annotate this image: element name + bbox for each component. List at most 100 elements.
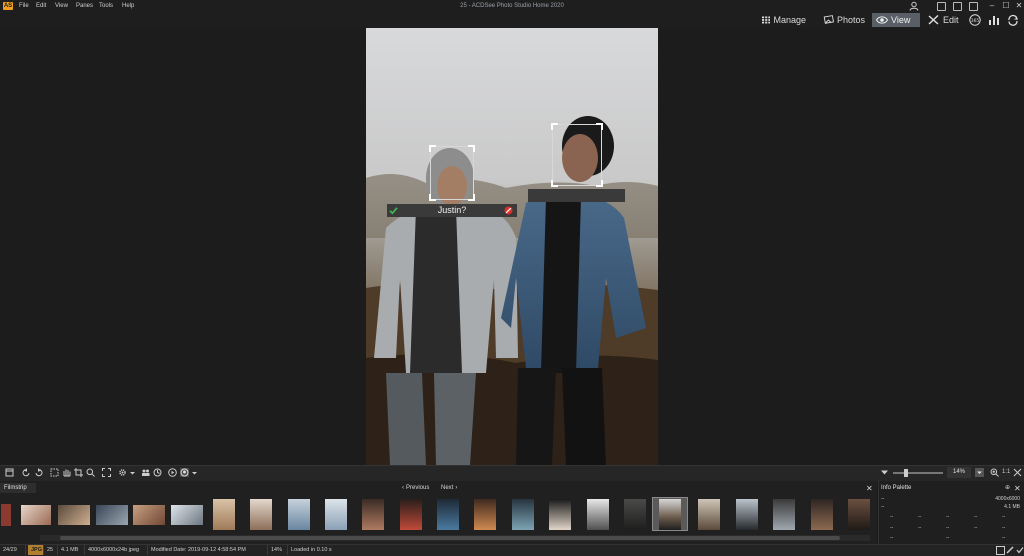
close-info-palette-icon[interactable]: ✕ — [1014, 484, 1021, 493]
status-format-badge: JPG — [28, 545, 44, 555]
status-view-icon[interactable] — [996, 546, 1005, 555]
filmstrip-thumbnail[interactable] — [18, 497, 52, 531]
filmstrip-thumbnail[interactable] — [471, 497, 497, 531]
mode-photos-tab[interactable]: Photos — [819, 13, 869, 27]
filmstrip-thumbnail[interactable] — [621, 497, 647, 531]
rotate-left-icon[interactable] — [22, 468, 31, 477]
filmstrip-thumbnail[interactable] — [546, 497, 572, 531]
layout-right-pane-icon[interactable] — [969, 2, 978, 11]
hand-tool-icon[interactable] — [62, 468, 71, 477]
face-box-1[interactable] — [430, 146, 474, 200]
dropdown-arrow-icon[interactable] — [128, 468, 137, 477]
filmstrip-thumbnail[interactable] — [845, 497, 871, 531]
info-grid-cell: -- — [918, 525, 922, 531]
info-row-left: -- — [881, 496, 885, 502]
filmstrip-thumbnail[interactable] — [584, 497, 610, 531]
mode-manage-tab[interactable]: Manage — [758, 13, 810, 27]
info-grid-cell: -- — [890, 535, 894, 541]
filmstrip-thumbnail[interactable] — [434, 497, 460, 531]
photo-two-men-field — [366, 28, 658, 465]
sidebar-toggle-icon[interactable] — [5, 468, 14, 477]
filmstrip-thumbnail[interactable] — [130, 497, 166, 531]
info-grid-cell: -- — [1002, 535, 1006, 541]
filmstrip-thumbnail[interactable] — [359, 497, 385, 531]
face-box-2[interactable] — [552, 124, 602, 186]
fullscreen-icon[interactable] — [102, 468, 111, 477]
face-name-input[interactable] — [528, 189, 625, 202]
next-button[interactable]: Next › — [441, 484, 457, 493]
filmstrip-thumbnail-selected[interactable] — [652, 497, 688, 531]
rotate-right-icon[interactable] — [34, 468, 43, 477]
zoom-menu-arrow-icon[interactable] — [880, 468, 889, 477]
filmstrip-scrollbar-thumb[interactable] — [60, 536, 840, 540]
maximize-button[interactable]: ☐ — [1001, 1, 1011, 11]
minimize-button[interactable]: – — [987, 1, 997, 11]
main-photo[interactable] — [366, 28, 658, 465]
filmstrip-thumbnail[interactable] — [509, 497, 535, 531]
window-title: 25 - ACDSee Photo Studio Home 2020 — [460, 3, 564, 9]
reject-face-icon[interactable] — [504, 206, 513, 215]
filmstrip-thumbnail[interactable] — [770, 497, 796, 531]
filmstrip-thumbnail[interactable] — [210, 497, 236, 531]
layout-left-pane-icon[interactable] — [937, 2, 946, 11]
eye-icon — [876, 16, 888, 24]
crop-icon[interactable] — [74, 468, 83, 477]
face-box-2-corner[interactable] — [551, 123, 558, 130]
people-icon[interactable] — [141, 468, 150, 477]
filmstrip-thumbnail[interactable] — [0, 497, 12, 531]
360-icon[interactable]: 365 — [969, 14, 981, 26]
select-tool-icon[interactable] — [50, 468, 59, 477]
face-name-label[interactable]: Justin? — [387, 204, 517, 217]
sync-icon[interactable] — [1007, 14, 1019, 26]
face-box-2-corner[interactable] — [596, 123, 603, 130]
previous-button[interactable]: ‹ Previous — [402, 484, 429, 493]
edit-tools-icon — [928, 15, 939, 25]
mode-manage-label: Manage — [773, 15, 806, 25]
status-check-icon[interactable] — [1016, 546, 1024, 554]
close-window-button[interactable]: ✕ — [1014, 1, 1024, 11]
zoom-in-icon[interactable] — [990, 468, 999, 477]
status-edit-icon[interactable] — [1006, 546, 1014, 554]
filmstrip-thumbnail[interactable] — [285, 497, 311, 531]
zoom-level-field[interactable]: 14% — [947, 467, 971, 478]
dashboard-icon[interactable] — [988, 14, 1000, 26]
zoom-slider[interactable] — [893, 472, 943, 474]
zoom-dropdown-icon[interactable] — [975, 468, 984, 477]
filmstrip-thumbnail[interactable] — [808, 497, 834, 531]
face-box-1-corner[interactable] — [429, 194, 436, 201]
face-box-2-corner[interactable] — [596, 180, 603, 187]
filmstrip-thumbnail[interactable] — [55, 497, 91, 531]
filmstrip-tab[interactable]: Filmstrip — [0, 483, 36, 493]
face-box-2-corner[interactable] — [551, 180, 558, 187]
filmstrip-thumbnail[interactable] — [733, 497, 759, 531]
history-icon[interactable] — [153, 468, 162, 477]
fit-to-window-icon[interactable] — [1013, 468, 1022, 477]
mode-edit-tab[interactable]: Edit — [924, 13, 964, 27]
filmstrip-thumbnail[interactable] — [397, 497, 423, 531]
filmstrip-thumbnail[interactable] — [247, 497, 273, 531]
zoom-slider-thumb[interactable] — [904, 469, 908, 477]
layout-bottom-pane-icon[interactable] — [953, 2, 962, 11]
face-detect-icon[interactable] — [180, 468, 189, 477]
filmstrip-thumbnail[interactable] — [322, 497, 348, 531]
filmstrip-thumbnail[interactable] — [695, 497, 721, 531]
face-box-1-corner[interactable] — [468, 145, 475, 152]
info-grid-cell: -- — [974, 525, 978, 531]
close-filmstrip-icon[interactable]: ✕ — [866, 484, 873, 493]
chevron-left-icon: ‹ — [402, 485, 404, 491]
mode-view-tab[interactable]: View — [872, 13, 920, 27]
filmstrip-thumbnail[interactable] — [168, 497, 204, 531]
info-grid-cell: -- — [946, 514, 950, 520]
pin-icon[interactable]: ⊕ — [1005, 484, 1010, 491]
more-dropdown-icon[interactable] — [190, 468, 199, 477]
play-slideshow-icon[interactable] — [168, 468, 177, 477]
face-box-1-corner[interactable] — [429, 145, 436, 152]
filmstrip-thumbnail[interactable] — [93, 497, 129, 531]
settings-gear-icon[interactable] — [118, 468, 127, 477]
face-box-1-corner[interactable] — [468, 194, 475, 201]
accept-face-icon[interactable] — [389, 206, 398, 215]
status-filename: 25 — [44, 545, 58, 555]
actual-size-label[interactable]: 1:1 — [1002, 468, 1010, 477]
account-icon[interactable] — [909, 1, 919, 11]
zoom-tool-icon[interactable] — [86, 468, 95, 477]
